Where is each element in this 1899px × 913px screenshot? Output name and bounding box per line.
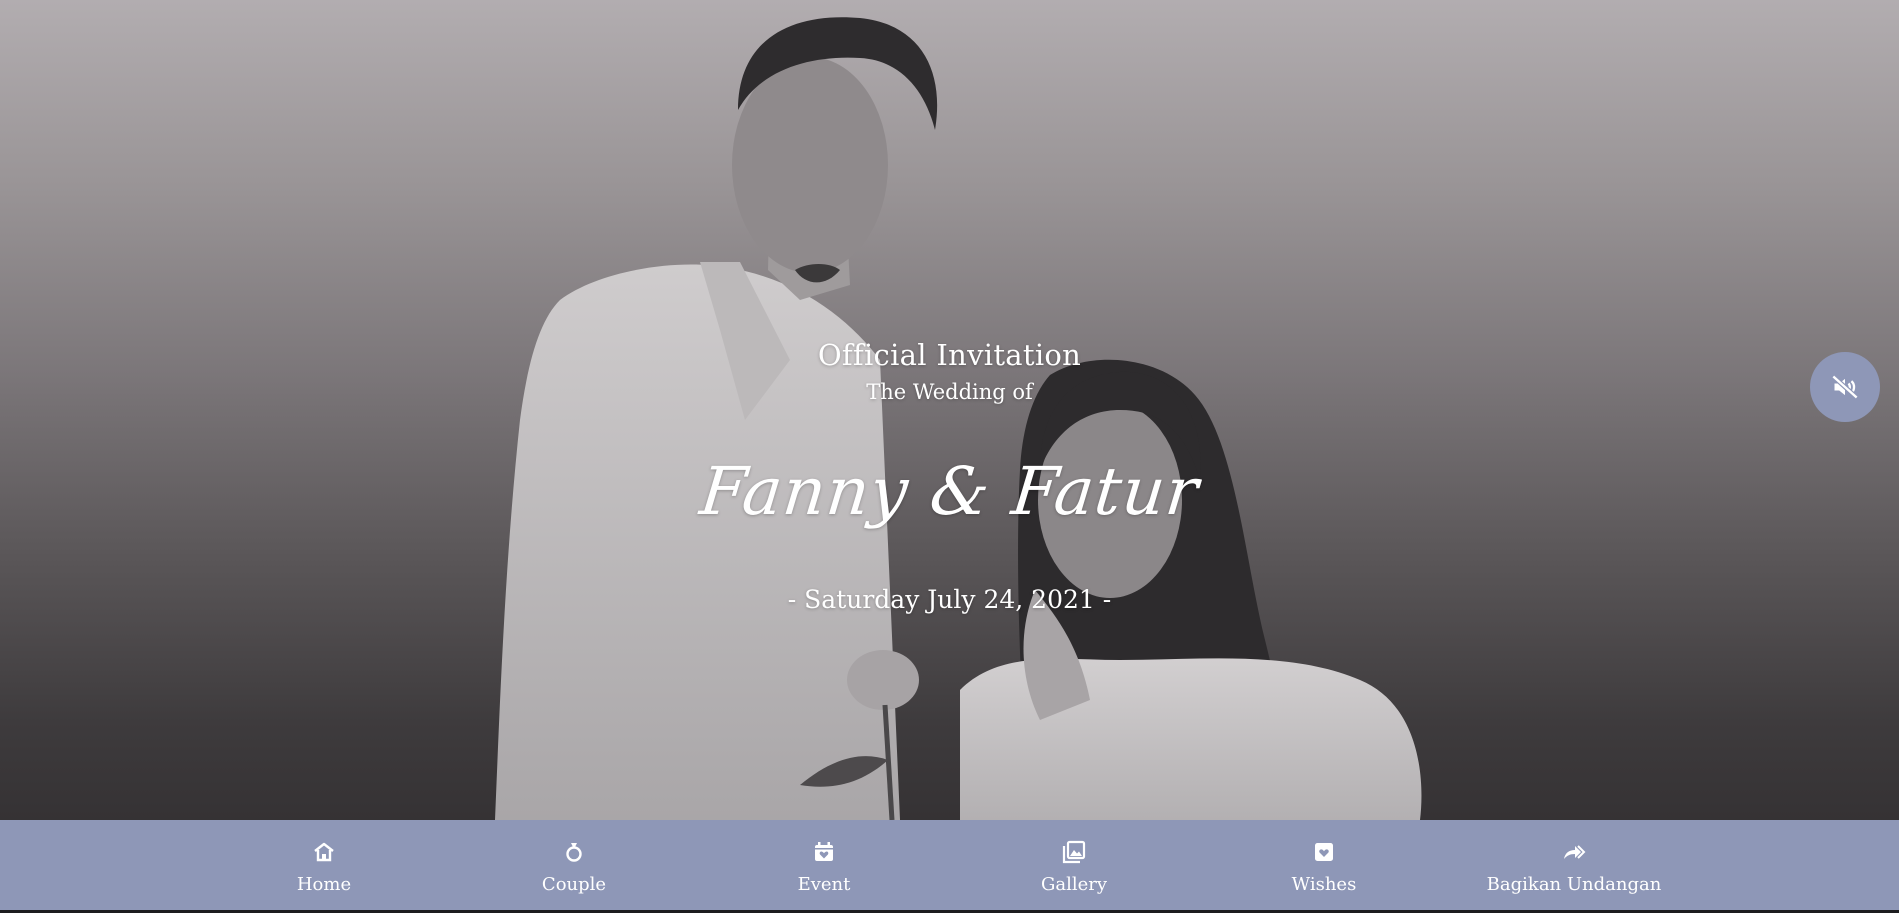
wedding-date: - Saturday July 24, 2021 - xyxy=(787,585,1112,614)
nav-label-share: Bagikan Undangan xyxy=(1486,874,1662,895)
calendar-heart-icon xyxy=(815,842,833,861)
heart-box-icon xyxy=(1315,843,1333,861)
couple-names: Fanny & Fatur xyxy=(696,453,1203,530)
invitation-heading: Official Invitation xyxy=(817,338,1082,372)
mute-toggle-button[interactable] xyxy=(1810,352,1880,422)
home-icon xyxy=(314,842,334,862)
nav-item-event[interactable]: Event xyxy=(699,820,949,913)
nav-item-gallery[interactable]: Gallery xyxy=(949,820,1199,913)
nav-item-share[interactable]: Bagikan Undangan xyxy=(1449,820,1699,913)
nav-label-gallery: Gallery xyxy=(1040,874,1108,895)
nav-item-home[interactable]: Home xyxy=(199,820,449,913)
nav-label-couple: Couple xyxy=(541,874,607,895)
gallery-icon xyxy=(1062,840,1086,864)
nav-item-wishes[interactable]: Wishes xyxy=(1199,820,1449,913)
volume-mute-icon xyxy=(1831,374,1859,400)
nav-label-home: Home xyxy=(296,874,352,895)
nav-label-event: Event xyxy=(797,874,851,895)
share-icon xyxy=(1564,845,1586,859)
nav-item-couple[interactable]: Couple xyxy=(449,820,699,913)
invitation-subheading: The Wedding of xyxy=(866,380,1033,404)
nav-label-wishes: Wishes xyxy=(1291,874,1357,895)
bottom-navbar: Home Couple Event Gallery Wishes Bagikan… xyxy=(0,820,1899,913)
hero-text: Official Invitation The Wedding of Fanny… xyxy=(0,335,1899,618)
hero-section: Official Invitation The Wedding of Fanny… xyxy=(0,0,1899,820)
ring-icon xyxy=(566,843,582,862)
